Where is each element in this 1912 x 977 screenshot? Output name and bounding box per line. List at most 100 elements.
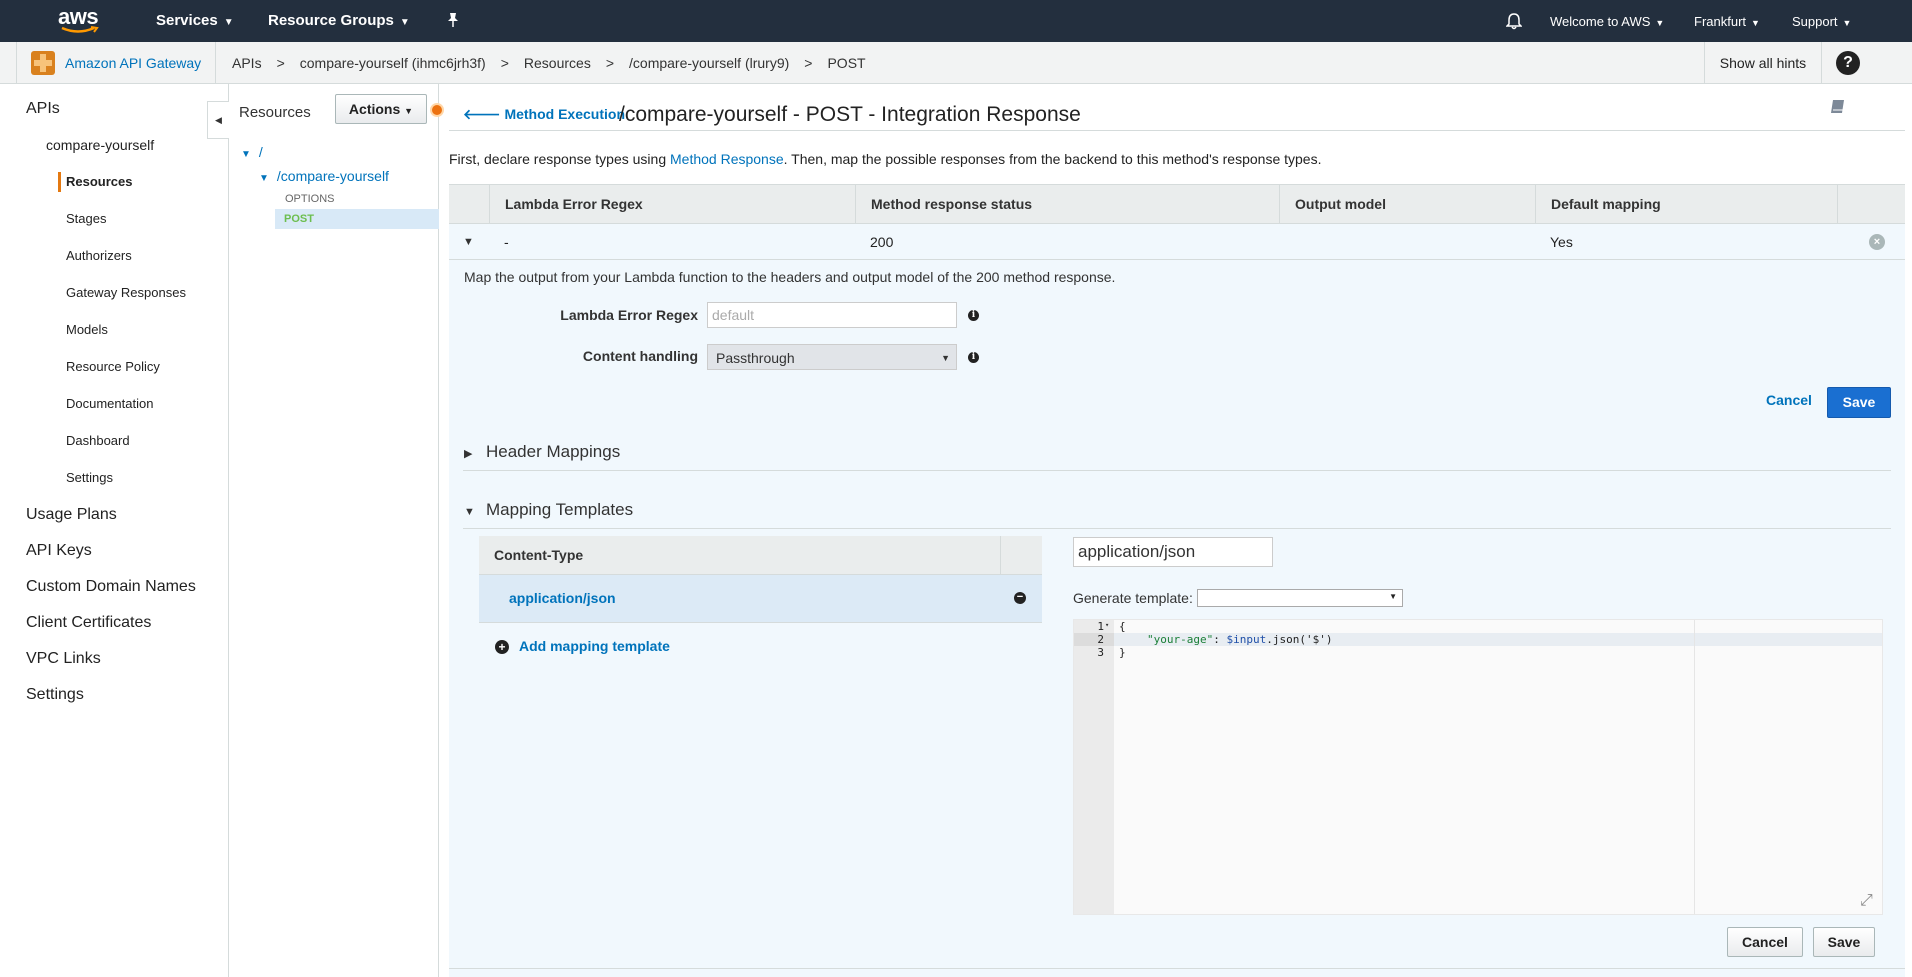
info-icon[interactable]: i bbox=[968, 310, 979, 321]
sidebar-item-usage-plans[interactable]: Usage Plans bbox=[26, 506, 117, 524]
method-execution-link[interactable]: 🡐 Method Execution bbox=[463, 106, 625, 123]
breadcrumb-api[interactable]: compare-yourself (ihmc6jrh3f) bbox=[300, 55, 486, 71]
code-line: "your-age": $input.json('$') bbox=[1147, 633, 1332, 646]
api-gateway-icon bbox=[31, 51, 55, 75]
pin-icon[interactable] bbox=[446, 12, 460, 31]
tree-node-root[interactable]: ▼ / bbox=[241, 144, 263, 160]
sidebar-item-api-keys[interactable]: API Keys bbox=[26, 542, 92, 560]
tree-node-root-label: / bbox=[258, 144, 263, 160]
mapping-templates-toggle[interactable]: ▼ Mapping Templates bbox=[464, 500, 633, 520]
collapse-sidebar-button[interactable]: ◀ bbox=[207, 101, 229, 139]
chevron-down-icon: ▼ bbox=[1751, 18, 1760, 28]
region-menu[interactable]: Frankfurt ▼ bbox=[1694, 14, 1760, 29]
cancel-button[interactable]: Cancel bbox=[1766, 392, 1812, 408]
chevron-down-icon: ▼ bbox=[399, 17, 410, 28]
help-icon[interactable]: ? bbox=[1836, 51, 1860, 75]
generate-template-label: Generate template: bbox=[1073, 590, 1193, 606]
chevron-down-icon: ▼ bbox=[1389, 592, 1397, 601]
resources-heading: Resources bbox=[239, 104, 311, 121]
sidebar-item-settings[interactable]: Settings bbox=[26, 686, 84, 704]
integration-response-table: Lambda Error Regex Method response statu… bbox=[449, 184, 1905, 260]
breadcrumb-separator: > bbox=[276, 55, 285, 71]
tree-node-compare-yourself[interactable]: ▼ /compare-yourself bbox=[259, 168, 389, 184]
sidebar-item-client-certificates[interactable]: Client Certificates bbox=[26, 614, 151, 632]
sidebar-item-resources[interactable]: Resources bbox=[66, 174, 132, 189]
chevron-down-icon: ▼ bbox=[1655, 18, 1665, 28]
table-row[interactable]: ▼ - 200 Yes × bbox=[449, 224, 1905, 260]
list-item[interactable]: application/json − bbox=[479, 575, 1042, 623]
collapse-row-icon[interactable]: ▼ bbox=[463, 236, 474, 248]
sidebar-item-resource-policy[interactable]: Resource Policy bbox=[66, 359, 160, 374]
lambda-error-regex-input[interactable]: default bbox=[707, 302, 957, 328]
service-home-link[interactable]: Amazon API Gateway bbox=[16, 42, 216, 84]
fold-icon[interactable]: ▾ bbox=[1105, 621, 1109, 629]
tree-method-post-label: POST bbox=[284, 213, 314, 225]
breadcrumb-resources[interactable]: Resources bbox=[524, 55, 591, 71]
sidebar-item-vpc-links[interactable]: VPC Links bbox=[26, 650, 101, 668]
breadcrumb-resource[interactable]: /compare-yourself (lrury9) bbox=[629, 55, 789, 71]
left-sidebar: APIs compare-yourself Resources Stages A… bbox=[0, 84, 229, 977]
remove-icon[interactable]: − bbox=[1014, 592, 1026, 604]
sidebar-item-apis[interactable]: APIs bbox=[26, 100, 60, 118]
chevron-down-icon: ▼ bbox=[1842, 18, 1852, 28]
method-response-link[interactable]: Method Response bbox=[670, 151, 784, 167]
tree-method-post[interactable]: POST bbox=[275, 209, 439, 229]
actions-button[interactable]: Actions ▼ bbox=[335, 94, 427, 124]
content-type-input[interactable]: application/json bbox=[1073, 537, 1273, 567]
section-divider bbox=[463, 528, 1891, 529]
sidebar-item-dashboard[interactable]: Dashboard bbox=[66, 433, 130, 448]
intro-before: First, declare response types using bbox=[449, 151, 670, 167]
code-variable: $input bbox=[1226, 633, 1267, 646]
account-menu[interactable]: Welcome to AWS ▼ bbox=[1550, 14, 1664, 29]
column-output-model: Output model bbox=[1279, 185, 1535, 225]
sidebar-item-stages[interactable]: Stages bbox=[66, 211, 106, 226]
detail-intro-text: Map the output from your Lambda function… bbox=[464, 269, 1116, 285]
tree-method-options[interactable]: OPTIONS bbox=[285, 193, 335, 205]
bottom-divider bbox=[449, 968, 1905, 969]
column-default-mapping: Default mapping bbox=[1535, 185, 1837, 225]
show-all-hints-button[interactable]: Show all hints bbox=[1704, 42, 1822, 84]
arrow-left-icon: 🡐 bbox=[463, 106, 501, 122]
expand-icon[interactable]: ▼ bbox=[259, 173, 269, 184]
generate-template-select[interactable]: ▼ bbox=[1197, 589, 1403, 607]
sidebar-item-gateway-responses[interactable]: Gateway Responses bbox=[66, 285, 186, 300]
book-icon[interactable] bbox=[1829, 98, 1847, 116]
sidebar-item-custom-domain-names[interactable]: Custom Domain Names bbox=[26, 578, 196, 596]
info-icon[interactable]: i bbox=[968, 352, 979, 363]
add-mapping-template-button[interactable]: + Add mapping template bbox=[495, 638, 670, 654]
breadcrumb-separator: > bbox=[500, 55, 509, 71]
template-save-button[interactable]: Save bbox=[1813, 927, 1875, 957]
title-divider bbox=[449, 130, 1905, 131]
template-cancel-button[interactable]: Cancel bbox=[1727, 927, 1803, 957]
resource-groups-menu[interactable]: Resource Groups ▼ bbox=[268, 12, 410, 29]
breadcrumb-apis[interactable]: APIs bbox=[232, 55, 262, 71]
content-handling-label: Content handling bbox=[582, 348, 698, 364]
breadcrumb-method: POST bbox=[827, 55, 866, 71]
sidebar-item-models[interactable]: Models bbox=[66, 322, 108, 337]
content-type-header: Content-Type bbox=[479, 536, 1042, 575]
code-call: .json('$') bbox=[1266, 633, 1333, 646]
content-type-application-json[interactable]: application/json bbox=[509, 575, 616, 621]
line-number: 1 bbox=[1097, 620, 1104, 633]
services-menu[interactable]: Services ▼ bbox=[156, 12, 234, 29]
delete-row-icon[interactable]: × bbox=[1869, 234, 1885, 250]
aws-logo[interactable]: aws bbox=[58, 6, 106, 36]
hint-indicator-icon[interactable] bbox=[430, 103, 444, 117]
add-mapping-template-label: Add mapping template bbox=[519, 638, 670, 654]
content-handling-select[interactable]: Passthrough ▼ bbox=[707, 344, 957, 370]
header-mappings-label: Header Mappings bbox=[486, 442, 621, 461]
service-bar: Amazon API Gateway APIs > compare-yourself… bbox=[0, 42, 1912, 84]
header-mappings-toggle[interactable]: ▶ Header Mappings bbox=[464, 442, 620, 462]
expand-editor-icon[interactable]: ⤢ bbox=[1860, 890, 1873, 910]
sidebar-item-authorizers[interactable]: Authorizers bbox=[66, 248, 132, 263]
template-code-editor[interactable]: 1 ▾ 2 3 { "your-age": $input.json('$') }… bbox=[1073, 619, 1883, 915]
expand-icon[interactable]: ▼ bbox=[241, 149, 251, 160]
save-button[interactable]: Save bbox=[1827, 387, 1891, 418]
sidebar-item-documentation[interactable]: Documentation bbox=[66, 396, 153, 411]
sidebar-api-name[interactable]: compare-yourself bbox=[46, 137, 154, 153]
line-number: 3 bbox=[1097, 646, 1104, 659]
content-type-column: Content-Type bbox=[494, 547, 584, 563]
sidebar-item-api-settings[interactable]: Settings bbox=[66, 470, 113, 485]
support-menu[interactable]: Support ▼ bbox=[1792, 14, 1851, 29]
bell-icon[interactable] bbox=[1505, 12, 1523, 33]
